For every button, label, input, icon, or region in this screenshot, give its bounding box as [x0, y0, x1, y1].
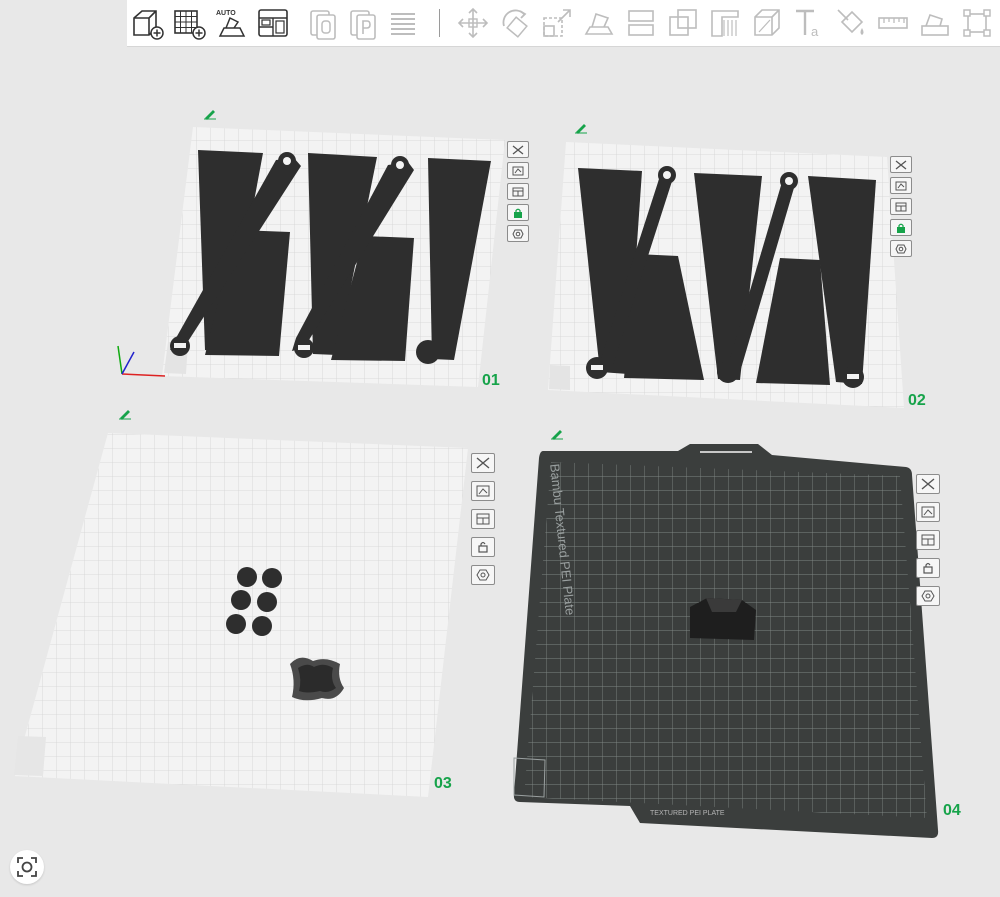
plate-02-lock-button[interactable] [890, 219, 912, 236]
plate-02-orient-button[interactable] [890, 177, 912, 194]
plate-04-number: 04 [943, 802, 961, 819]
plate-01-edit-icon[interactable] [203, 108, 217, 120]
plate-03-number: 03 [434, 775, 452, 792]
assembly-icon[interactable] [917, 5, 953, 41]
plate-04-controls [916, 474, 940, 606]
rotate-icon[interactable] [497, 5, 533, 41]
plate-04-lock-button[interactable] [916, 558, 940, 578]
plate-02-number: 02 [908, 392, 926, 409]
plate-04-footer-label: TEXTURED PEI PLATE [650, 810, 725, 817]
plate-03-edit-icon[interactable] [118, 408, 132, 420]
color-paint-icon[interactable] [833, 5, 869, 41]
add-cube-icon[interactable] [129, 5, 165, 41]
plate-03-arrange-button[interactable] [471, 509, 495, 529]
cut-icon[interactable] [623, 5, 659, 41]
plate-01-arrange-button[interactable] [507, 183, 529, 200]
plate-02-settings-button[interactable] [890, 240, 912, 257]
plate-02-edit-icon[interactable] [574, 122, 588, 134]
seam-icon[interactable] [749, 5, 785, 41]
plate-04-settings-button[interactable] [916, 586, 940, 606]
plate-03-lock-button[interactable] [471, 537, 495, 557]
plate-04-bed-label: Bambu Textured PEI Plate [547, 463, 578, 616]
plate-01[interactable] [0, 0, 939, 838]
main-toolbar: AUTO a [127, 0, 1000, 47]
plate-04-orient-button[interactable] [916, 502, 940, 522]
auto-orient-label: AUTO [216, 10, 236, 17]
plate-04-delete-button[interactable] [916, 474, 940, 494]
plate-02-delete-button[interactable] [890, 156, 912, 173]
boolean-icon[interactable] [665, 5, 701, 41]
add-plate-icon[interactable] [171, 5, 207, 41]
view-lens-button[interactable] [10, 850, 44, 884]
fit-view-icon[interactable] [959, 5, 995, 41]
camera-view-icon [17, 857, 37, 877]
plate-03-orient-button[interactable] [471, 481, 495, 501]
measure-icon[interactable] [875, 5, 911, 41]
move-icon[interactable] [455, 5, 491, 41]
plate-03-settings-button[interactable] [471, 565, 495, 585]
plate-04-arrange-button[interactable] [916, 530, 940, 550]
plate-03-controls [471, 453, 495, 585]
text-icon[interactable]: a [791, 5, 827, 41]
arrange-icon[interactable] [255, 5, 291, 41]
plate-04-edit-icon[interactable] [550, 428, 564, 440]
scale-icon[interactable] [539, 5, 575, 41]
plate-01-settings-button[interactable] [507, 225, 529, 242]
copy-icon[interactable] [305, 5, 341, 41]
plate-01-number: 01 [482, 372, 500, 389]
auto-orient-icon[interactable]: AUTO [213, 5, 249, 41]
plate-01-controls [507, 141, 529, 242]
plate-01-delete-button[interactable] [507, 141, 529, 158]
plate-03-delete-button[interactable] [471, 453, 495, 473]
support-paint-icon[interactable] [707, 5, 743, 41]
plate-01-lock-button[interactable] [507, 204, 529, 221]
lay-on-face-icon[interactable] [581, 5, 617, 41]
paste-icon[interactable] [345, 5, 381, 41]
svg-text:a: a [811, 24, 819, 39]
plate-01-orient-button[interactable] [507, 162, 529, 179]
plate-02-arrange-button[interactable] [890, 198, 912, 215]
layers-icon[interactable] [385, 5, 421, 41]
plate-02-controls [890, 156, 912, 257]
toolbar-separator [439, 9, 440, 37]
